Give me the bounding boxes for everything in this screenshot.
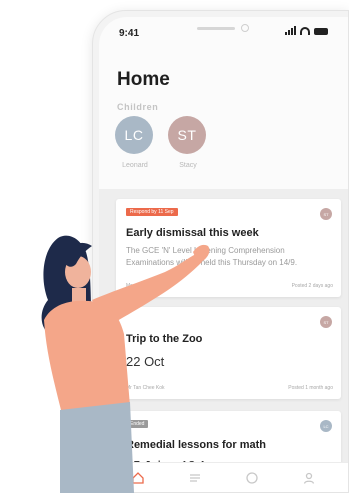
avatar: LC: [115, 116, 153, 154]
hair-front-shape: [64, 242, 92, 267]
chat-icon: [246, 471, 258, 484]
tab-chat[interactable]: [242, 468, 262, 488]
card-author: Mr Tan Chee Kok: [126, 385, 165, 391]
battery-icon: [314, 28, 328, 35]
phone-frame: 9:41 Home Children LC Leonard ST Stacy R…: [92, 10, 349, 493]
avatar: ST: [168, 116, 206, 154]
profile-icon: [304, 472, 315, 484]
app-screen: 9:41 Home Children LC Leonard ST Stacy R…: [99, 17, 348, 492]
avatar: LC: [320, 420, 332, 432]
status-badge: Respond by 11 Sep: [126, 208, 178, 216]
status-bar: 9:41: [99, 17, 348, 49]
child-leonard[interactable]: LC Leonard: [115, 116, 155, 169]
card-body: The GCE 'N' Level Listening Comprehensio…: [126, 246, 298, 267]
camera-dot: [241, 24, 249, 32]
card-date: 22 Oct: [126, 354, 165, 369]
card-title: Early dismissal this week: [126, 227, 259, 239]
status-time: 9:41: [119, 28, 140, 39]
card-posted-time: Posted 1 month ago: [288, 385, 333, 391]
tab-home[interactable]: [128, 468, 148, 488]
announcement-card[interactable]: Respond by 11 Sep ST Early dismissal thi…: [116, 199, 341, 297]
speaker-notch: [197, 27, 235, 30]
children-section-label: Children: [117, 102, 159, 112]
announcement-card[interactable]: ST Trip to the Zoo 22 Oct Mr Tan Chee Ko…: [116, 307, 341, 399]
child-name: Stacy: [179, 162, 197, 169]
child-name: Leonard: [122, 162, 148, 169]
tab-profile[interactable]: [299, 468, 319, 488]
hair-shape: [41, 235, 92, 336]
child-stacy[interactable]: ST Stacy: [168, 116, 208, 169]
system-icons: [285, 26, 328, 35]
page-title: Home: [117, 69, 170, 90]
card-posted-time: Posted 2 days ago: [291, 283, 333, 289]
card-title: Trip to the Zoo: [126, 333, 203, 345]
home-icon: [131, 471, 144, 484]
card-footer: Mr Tan Chee Kok Posted 1 month ago: [126, 385, 333, 391]
card-title: Remedial lessons for math: [126, 439, 266, 451]
status-badge: Ended: [126, 420, 149, 428]
card-footer: Ms. Sally Tham Posted 2 days ago: [126, 283, 333, 289]
tab-list[interactable]: [185, 468, 205, 488]
announcement-feed: Respond by 11 Sep ST Early dismissal thi…: [99, 189, 348, 492]
avatar: ST: [320, 208, 332, 220]
card-author: Ms. Sally Tham: [126, 283, 161, 289]
tab-bar: [99, 462, 348, 492]
avatar: ST: [320, 316, 332, 328]
list-icon: [189, 473, 200, 482]
wifi-icon: [300, 27, 310, 35]
signal-icon: [285, 26, 296, 35]
